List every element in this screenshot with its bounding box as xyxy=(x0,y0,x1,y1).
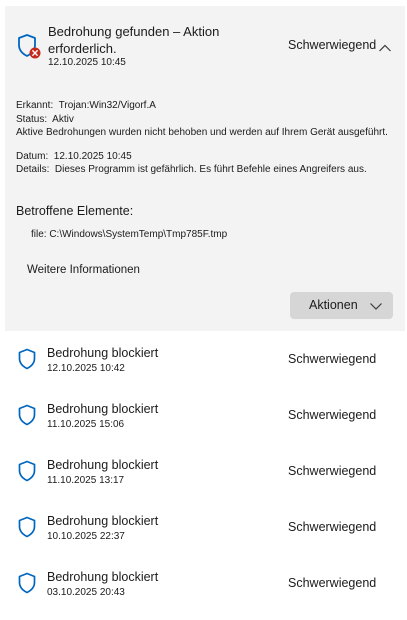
threat-item-severity: Schwerwiegend xyxy=(288,408,377,422)
threat-item-severity: Schwerwiegend xyxy=(288,352,377,366)
threat-item-date: 10.10.2025 22:37 xyxy=(47,531,125,542)
threat-item-severity: Schwerwiegend xyxy=(288,576,377,590)
threat-details: Erkannt: Trojan:Win32/Vigorf.A Status: A… xyxy=(16,99,396,177)
status-row: Status: Aktiv xyxy=(16,113,396,127)
shield-alert-icon xyxy=(17,33,43,61)
threat-item-date: 11.10.2025 15:06 xyxy=(47,419,125,430)
shield-icon xyxy=(17,572,37,594)
date-label: Datum: xyxy=(16,150,49,162)
status-description: Aktive Bedrohungen wurden nicht behoben … xyxy=(16,127,388,138)
affected-items-heading: Betroffene Elemente: xyxy=(16,204,134,218)
threat-item-title: Bedrohung blockiert xyxy=(47,570,159,584)
status-label: Status: xyxy=(16,113,48,125)
detected-row: Erkannt: Trojan:Win32/Vigorf.A xyxy=(16,99,396,113)
shield-icon xyxy=(17,460,37,482)
threat-item-severity: Schwerwiegend xyxy=(288,464,377,478)
actions-button[interactable]: Aktionen xyxy=(290,292,393,319)
chevron-down-icon xyxy=(370,303,382,310)
details-value: Dieses Programm ist gefährlich. Es führt… xyxy=(54,164,367,175)
threat-item-date: 03.10.2025 20:43 xyxy=(47,587,125,598)
detected-value: Trojan:Win32/Vigorf.A xyxy=(58,100,156,111)
details-label: Details: xyxy=(16,164,50,175)
threat-item-severity: Schwerwiegend xyxy=(288,520,377,534)
details-row: Details: Dieses Programm ist gefährlich.… xyxy=(16,163,396,177)
threat-detail-panel: Bedrohung gefunden – Aktion erforderlich… xyxy=(5,6,405,331)
detected-label: Erkannt: xyxy=(16,100,54,111)
threat-item-date: 11.10.2025 13:17 xyxy=(47,475,125,486)
more-info-link[interactable]: Weitere Informationen xyxy=(27,264,140,276)
date-row: Datum: 12.10.2025 10:45 xyxy=(16,150,396,164)
threat-list-item[interactable]: Bedrohung blockiert 10.10.2025 22:37 Schwe… xyxy=(0,514,407,564)
threat-list-item[interactable]: Bedrohung blockiert 12.10.2025 10:42 Schwe… xyxy=(0,346,407,396)
shield-icon xyxy=(17,348,37,370)
severity-label: Schwerwiegend xyxy=(288,38,377,52)
actions-label: Aktionen xyxy=(309,298,358,312)
threat-item-title: Bedrohung blockiert xyxy=(47,514,159,528)
threat-item-date: 12.10.2025 10:42 xyxy=(47,363,125,374)
threat-list-item[interactable]: Bedrohung blockiert 11.10.2025 15:06 Schwe… xyxy=(0,402,407,452)
threat-list-item[interactable]: Bedrohung blockiert 03.10.2025 20:43 Schwe… xyxy=(0,570,407,620)
threat-item-title: Bedrohung blockiert xyxy=(47,346,159,360)
shield-icon xyxy=(17,516,37,538)
chevron-up-icon[interactable] xyxy=(378,40,392,52)
affected-file: file: C:\Windows\SystemTemp\Tmp785F.tmp xyxy=(31,229,228,240)
date-value: 12.10.2025 10:45 xyxy=(53,150,132,162)
threat-item-title: Bedrohung blockiert xyxy=(47,458,159,472)
threat-title: Bedrohung gefunden – Aktion erforderlich… xyxy=(48,24,220,56)
status-value: Aktiv xyxy=(52,113,74,125)
threat-list-item[interactable]: Bedrohung blockiert 11.10.2025 13:17 Schwe… xyxy=(0,458,407,508)
threat-date: 12.10.2025 10:45 xyxy=(48,57,126,68)
threat-item-title: Bedrohung blockiert xyxy=(47,402,159,416)
shield-icon xyxy=(17,404,37,426)
